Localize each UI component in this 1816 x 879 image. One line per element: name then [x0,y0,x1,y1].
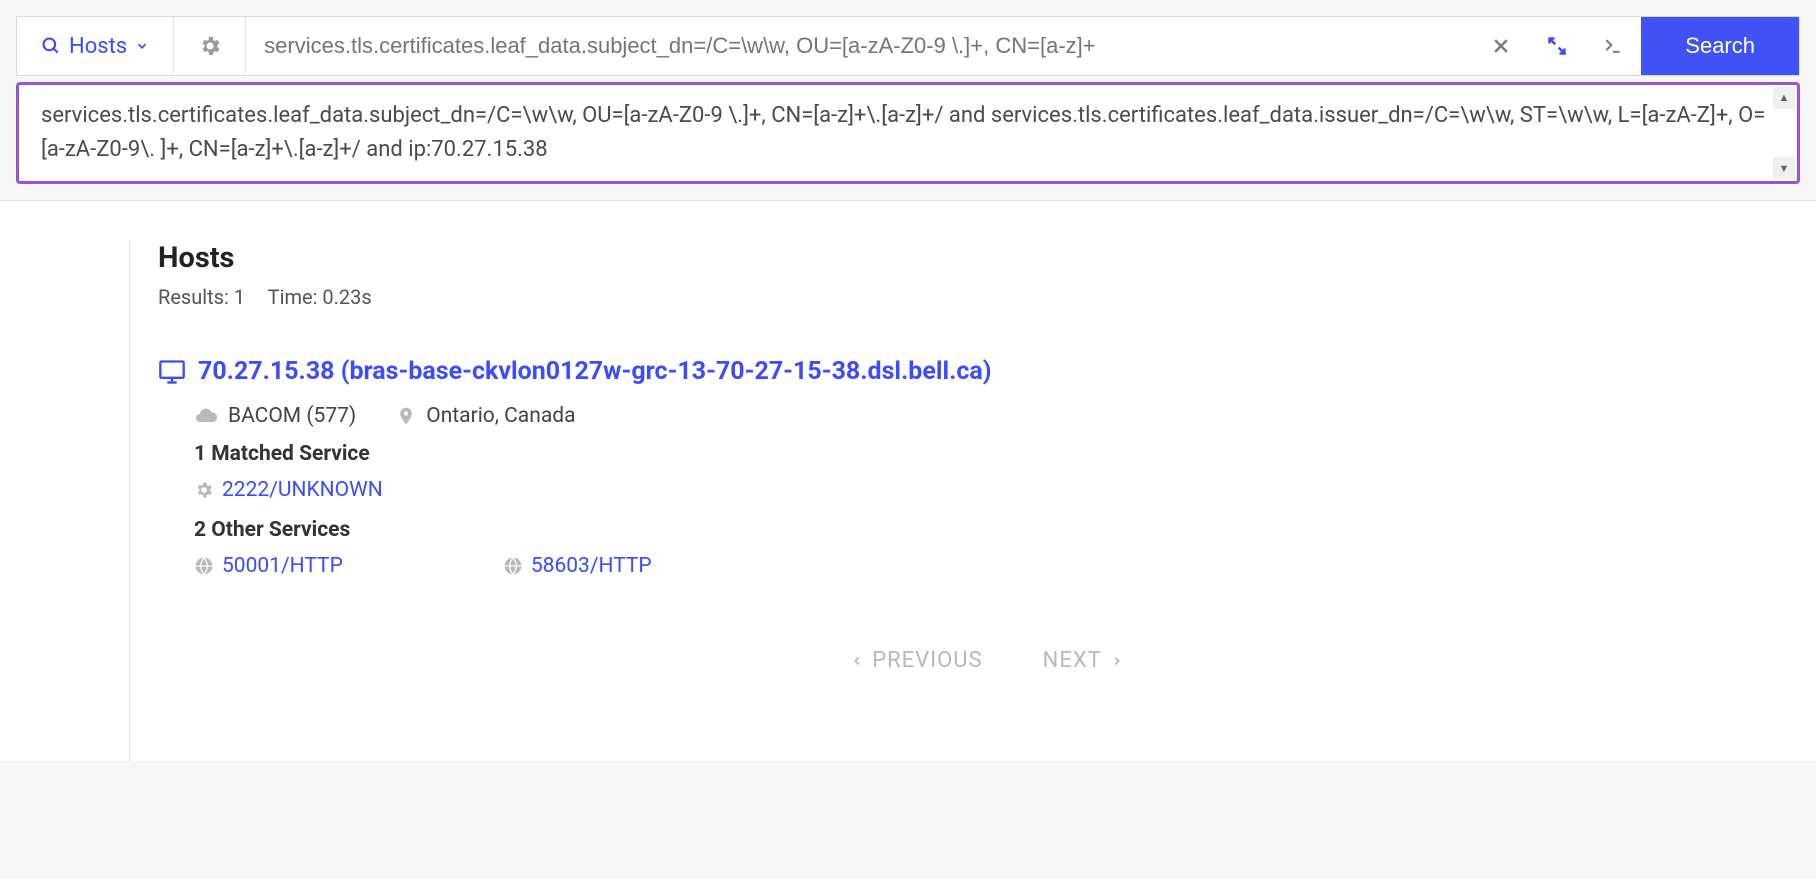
sidebar-divider [0,241,130,761]
close-icon [1491,36,1511,56]
expanded-query-box[interactable]: services.tls.certificates.leaf_data.subj… [16,82,1800,184]
matched-label: 1 Matched Service [158,442,1816,466]
expanded-query-text: services.tls.certificates.leaf_data.subj… [41,103,1765,162]
hosts-dropdown[interactable]: Hosts [17,17,174,75]
host-link[interactable]: 70.27.15.38 (bras-base-ckvlon0127w-grc-1… [198,357,992,386]
cloud-icon [194,404,218,428]
search-bar: Hosts Search [16,16,1800,76]
collapse-query-button[interactable] [1529,17,1585,75]
search-input-cell [246,17,1473,75]
result-count: Results: 1 [158,285,245,309]
other-service-link[interactable]: 50001/HTTP [194,554,343,578]
collapse-icon [1547,36,1567,56]
monitor-icon [158,358,186,386]
gear-icon [198,34,222,58]
gear-icon [194,480,214,500]
settings-button[interactable] [174,17,246,75]
prev-button[interactable]: PREVIOUS [850,648,982,673]
chevron-down-icon [135,39,149,53]
globe-icon [503,556,523,576]
location-item: Ontario, Canada [396,404,575,428]
result-time: Time: 0.23s [268,285,372,309]
result-stats: Results: 1 Time: 0.23s [158,285,1816,309]
scroll-down-button[interactable]: ▼ [1773,157,1795,179]
pager: PREVIOUS NEXT [158,648,1816,673]
next-button[interactable]: NEXT [1043,648,1124,673]
other-label: 2 Other Services [158,518,1816,542]
location-icon [396,404,416,428]
page-title: Hosts [158,241,1816,275]
asn-item: BACOM (577) [194,404,356,428]
query-scroll: ▲ ▼ [1773,87,1795,179]
search-input[interactable] [264,33,1455,59]
clear-search-button[interactable] [1473,17,1529,75]
console-button[interactable] [1585,17,1641,75]
globe-icon [194,556,214,576]
terminal-icon [1601,36,1625,56]
chevron-right-icon [1110,654,1124,668]
location-text: Ontario, Canada [426,404,575,428]
chevron-left-icon [850,654,864,668]
search-icon [41,36,61,56]
result-title: 70.27.15.38 (bras-base-ckvlon0127w-grc-1… [158,357,1816,386]
hosts-dropdown-label: Hosts [69,34,127,59]
search-button[interactable]: Search [1641,17,1799,75]
other-service-link[interactable]: 58603/HTTP [503,554,652,578]
matched-service-link[interactable]: 2222/UNKNOWN [194,478,383,502]
scroll-up-button[interactable]: ▲ [1773,87,1795,109]
asn-text: BACOM (577) [228,404,356,428]
